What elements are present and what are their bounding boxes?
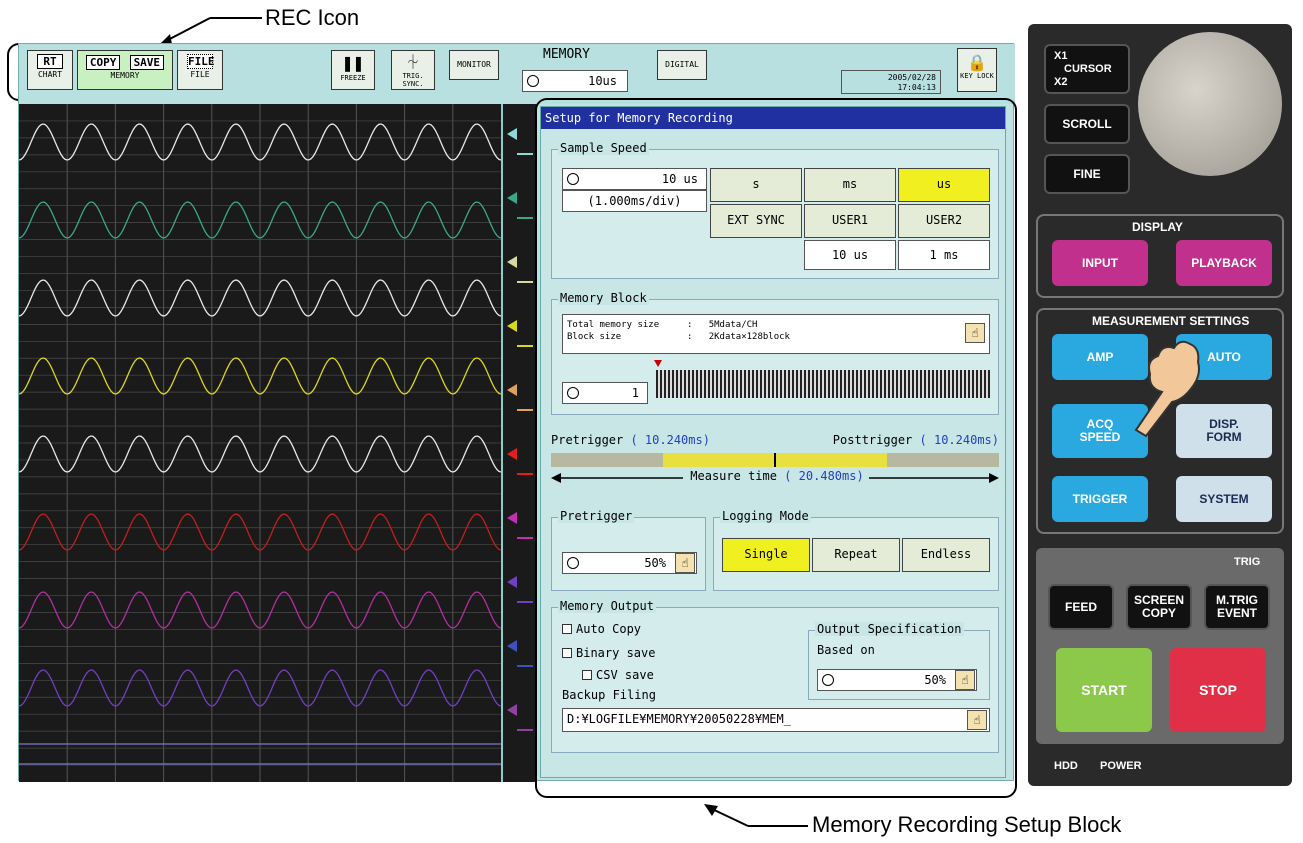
channel-markers-svg <box>507 128 533 731</box>
memory-setup-callout: Memory Recording Setup Block <box>812 812 1122 837</box>
lock-icon: 🔒 <box>967 53 987 72</box>
file-label: FILE <box>190 70 210 79</box>
trig-sync-button[interactable]: ⏆ TRIG. SYNC. <box>391 50 435 90</box>
file-button[interactable]: FILE FILE <box>177 50 223 90</box>
x1-label: X1 <box>1054 49 1068 62</box>
memory-speed-title: MEMORY <box>543 47 590 62</box>
rec-icon-group: RT CHART COPY SAVE MEMORY FILE FILE <box>27 50 227 90</box>
system-button[interactable]: SYSTEM <box>1176 476 1272 522</box>
rt-chart-button[interactable]: RT CHART <box>27 50 73 90</box>
key-lock-label: KEY LOCK <box>960 72 994 80</box>
scroll-button[interactable]: SCROLL <box>1044 104 1130 144</box>
measurement-settings-label: MEASUREMENT SETTINGS <box>1092 314 1250 328</box>
waveform-svg <box>18 104 502 782</box>
input-button[interactable]: INPUT <box>1052 240 1148 286</box>
channel-marker-icon[interactable] <box>507 320 517 332</box>
display-label: DISPLAY <box>1132 220 1183 234</box>
clock-display: 2005/02/28 17:04:13 <box>841 70 941 94</box>
digital-button[interactable]: DIGITAL <box>657 50 707 80</box>
file-icon: FILE <box>187 54 215 69</box>
memory-setup-highlight <box>535 98 1017 798</box>
rt-chart-label: CHART <box>37 70 63 79</box>
trigger-icon: ⏆ <box>406 55 420 71</box>
memory-label: MEMORY <box>110 71 140 80</box>
channel-marker-icon[interactable] <box>507 192 517 204</box>
x2-label: X2 <box>1054 75 1068 88</box>
feed-button[interactable]: FEED <box>1048 584 1114 630</box>
channel-marker-icon[interactable] <box>507 704 517 716</box>
rec-icon-callout: REC Icon <box>265 5 360 30</box>
screen-copy-button[interactable]: SCREEN COPY <box>1126 584 1192 630</box>
playback-button[interactable]: PLAYBACK <box>1176 240 1272 286</box>
memory-button[interactable]: COPY SAVE MEMORY <box>77 50 173 90</box>
freeze-label: FREEZE <box>340 74 366 82</box>
channel-marker-icon[interactable] <box>507 448 517 460</box>
monitor-button[interactable]: MONITOR <box>449 50 499 80</box>
pause-icon: ❚❚ <box>342 53 364 74</box>
channel-marker-icon[interactable] <box>507 512 517 524</box>
key-lock-button[interactable]: 🔒 KEY LOCK <box>957 48 997 92</box>
channel-marker-icon[interactable] <box>507 576 517 588</box>
channel-marker-icon[interactable] <box>507 384 517 396</box>
time-text: 17:04:13 <box>897 83 936 92</box>
trig-sync-label: TRIG. SYNC. <box>402 72 424 88</box>
date-text: 2005/02/28 <box>887 73 936 82</box>
freeze-button[interactable]: ❚❚ FREEZE <box>331 50 375 90</box>
pointing-hand-icon <box>1134 340 1200 438</box>
knob-icon <box>527 75 539 87</box>
cursor-button[interactable]: X1 CURSOR X2 <box>1044 44 1130 94</box>
memory-speed-field[interactable]: 10us <box>522 70 628 92</box>
mtrig-event-button[interactable]: M.TRIG EVENT <box>1204 584 1270 630</box>
jog-dial[interactable] <box>1138 32 1282 176</box>
copy-icon: COPY <box>86 55 121 70</box>
rt-icon: RT <box>37 54 63 69</box>
top-toolbar: RT CHART COPY SAVE MEMORY FILE FILE ❚❚ F… <box>19 44 1015 104</box>
channel-marker-icon[interactable] <box>507 256 517 268</box>
hdd-led-label: HDD <box>1054 760 1078 772</box>
stop-button[interactable]: STOP <box>1170 648 1266 732</box>
channel-marker-icon[interactable] <box>507 128 517 140</box>
channel-marker-icon[interactable] <box>507 640 517 652</box>
start-button[interactable]: START <box>1056 648 1152 732</box>
waveform-display <box>18 104 502 782</box>
fine-button[interactable]: FINE <box>1044 154 1130 194</box>
cursor-label: CURSOR <box>1064 62 1112 75</box>
trigger-button[interactable]: TRIGGER <box>1052 476 1148 522</box>
save-icon: SAVE <box>129 55 164 70</box>
trig-led-label: TRIG <box>1234 556 1261 568</box>
channel-marker-strip <box>501 104 537 782</box>
memory-setup-arrow <box>704 804 808 827</box>
power-led-label: POWER <box>1100 760 1142 772</box>
memory-speed-value: 10us <box>588 74 617 88</box>
